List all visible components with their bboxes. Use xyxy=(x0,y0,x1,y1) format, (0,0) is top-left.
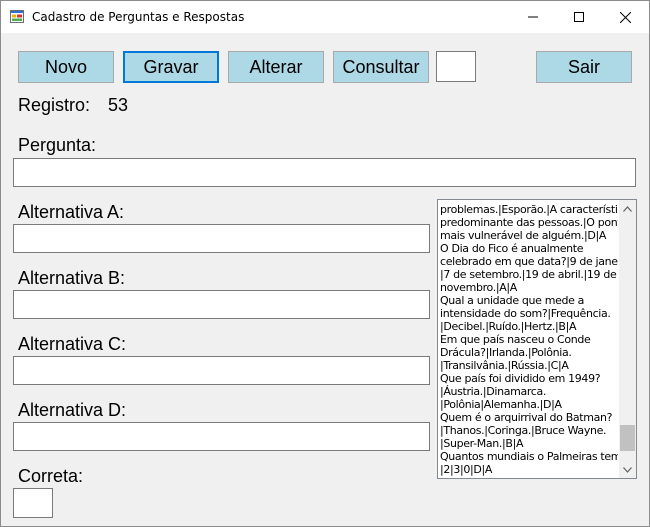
scroll-up-button[interactable] xyxy=(619,200,636,217)
alternativa-c-label: Alternativa C: xyxy=(18,334,127,354)
list-line: Qual a unidade que mede a xyxy=(440,294,585,307)
list-line: |7 de setembro.|19 de abril.|19 de xyxy=(440,268,617,281)
registro-value: 53 xyxy=(108,95,129,115)
list-line: |Transilvânia.|Rússia.|C|A xyxy=(440,359,569,372)
list-line: |Decibel.|Ruído.|Hertz.|B|A xyxy=(440,320,577,333)
listbox-scrollbar[interactable] xyxy=(619,200,636,478)
maximize-icon xyxy=(574,12,584,22)
alternativa-b-field[interactable] xyxy=(13,290,430,319)
list-line: |Thanos.|Coringa.|Bruce Wayne. xyxy=(440,424,607,437)
maximize-button[interactable] xyxy=(556,1,602,33)
list-line: predominante das pessoas.|O ponto xyxy=(440,216,618,229)
title-bar[interactable]: Cadastro de Perguntas e Respostas xyxy=(1,1,649,33)
scroll-thumb[interactable] xyxy=(620,425,635,451)
correta-field[interactable] xyxy=(13,488,53,518)
list-line: Quem é o arquirrival do Batman? xyxy=(440,411,613,424)
main-window: Cadastro de Perguntas e Respostas Novo G… xyxy=(0,0,650,527)
sair-button[interactable]: Sair xyxy=(536,51,632,83)
list-line: Que país foi dividido em 1949? xyxy=(440,372,601,385)
list-line: O Dia do Fico é anualmente xyxy=(440,242,584,255)
correta-label: Correta: xyxy=(18,466,84,486)
pergunta-label: Pergunta: xyxy=(18,135,97,155)
list-line: mais vulnerável de alguém.|D|A xyxy=(440,229,606,242)
list-line: |Super-Man.|B|A xyxy=(440,437,524,450)
gravar-button[interactable]: Gravar xyxy=(123,51,219,83)
questions-list: problemas.|Esporão.|A característica pred… xyxy=(440,203,618,476)
alterar-button[interactable]: Alterar xyxy=(228,51,324,83)
list-line: |Áustria.|Dinamarca. xyxy=(440,385,547,398)
list-line: problemas.|Esporão.|A característica xyxy=(440,203,618,216)
alternativa-d-field[interactable] xyxy=(13,422,430,451)
chevron-up-icon xyxy=(623,205,632,212)
list-line: Em que país nasceu o Conde xyxy=(440,333,591,346)
list-line: |2|3|0|D|A xyxy=(440,463,493,476)
list-line: novembro.|A|A xyxy=(440,281,517,294)
alternativa-a-field[interactable] xyxy=(13,224,430,253)
close-icon xyxy=(619,11,631,23)
scroll-down-button[interactable] xyxy=(619,461,636,478)
alternativa-b-label: Alternativa B: xyxy=(18,268,126,288)
alternativa-a-label: Alternativa A: xyxy=(18,202,125,222)
window-title: Cadastro de Perguntas e Respostas xyxy=(32,10,245,24)
list-line: Drácula?|Irlanda.|Polônia. xyxy=(440,346,572,359)
close-button[interactable] xyxy=(602,1,648,33)
minimize-icon xyxy=(528,16,538,18)
questions-listbox[interactable]: problemas.|Esporão.|A característica pred… xyxy=(437,199,637,479)
novo-button[interactable]: Novo xyxy=(18,51,114,83)
list-line: intensidade do som?|Frequência. xyxy=(440,307,611,320)
list-line: celebrado em que data?|9 de janeiro. xyxy=(440,255,618,268)
consultar-button[interactable]: Consultar xyxy=(333,51,429,83)
list-line: Quantos mundiais o Palmeiras tem?|1 xyxy=(440,450,618,463)
app-icon xyxy=(10,10,24,23)
pergunta-field[interactable] xyxy=(13,158,636,187)
registro-label: Registro: xyxy=(18,95,91,115)
chevron-down-icon xyxy=(623,466,632,473)
minimize-button[interactable] xyxy=(510,1,556,33)
alternativa-d-label: Alternativa D: xyxy=(18,400,127,420)
list-line: |Polônia|Alemanha.|D|A xyxy=(440,398,562,411)
alternativa-c-field[interactable] xyxy=(13,356,430,385)
consulta-id-field[interactable] xyxy=(436,51,476,82)
